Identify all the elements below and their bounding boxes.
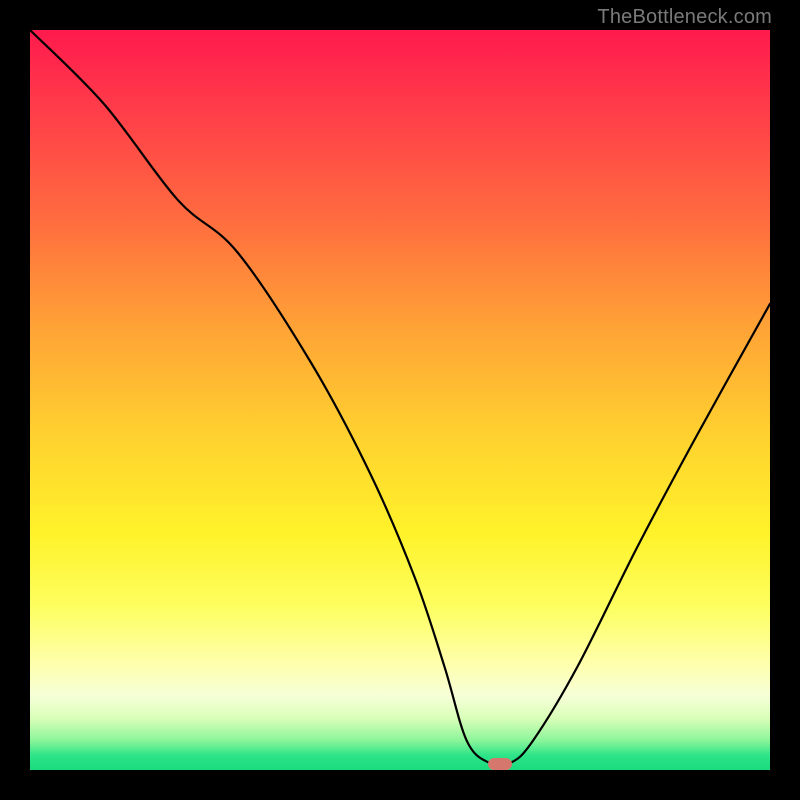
watermark-text: TheBottleneck.com: [597, 6, 772, 29]
bottleneck-curve: [30, 30, 770, 765]
curve-svg: [30, 30, 770, 770]
optimal-marker: [488, 758, 512, 770]
chart-frame: TheBottleneck.com: [0, 0, 800, 800]
plot-area: [30, 30, 770, 770]
